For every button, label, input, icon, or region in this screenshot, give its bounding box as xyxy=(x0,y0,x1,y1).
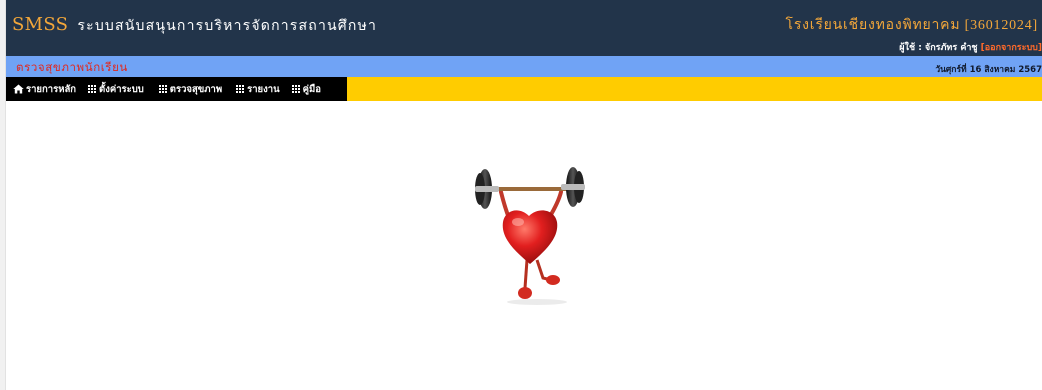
menu-item-label: รายงาน xyxy=(247,83,280,95)
menu-bar: รายการหลัก ตั้งค่าระบบ ตรวจสุขภาพ รายงาน… xyxy=(6,77,1042,101)
menu-item-label: ตั้งค่าระบบ xyxy=(99,83,144,95)
school-name: โรงเรียนเชียงทองพิทยาคม [36012024] xyxy=(785,18,1038,33)
logout-link[interactable]: [ออกจากระบบ] xyxy=(981,43,1042,53)
home-icon xyxy=(13,84,24,94)
user-name: ผู้ใช้ : จักรภัทร คำชู xyxy=(899,43,978,53)
menu-item-label: รายการหลัก xyxy=(26,83,77,95)
grid-icon xyxy=(88,84,97,94)
app-container: SMSS ระบบสนับสนุนการบริหารจัดการสถานศึกษ… xyxy=(6,0,1042,390)
grid-icon xyxy=(236,84,245,94)
menu-item-manual[interactable]: คู่มือ xyxy=(291,82,321,97)
menu-item-label: ตรวจสุขภาพ xyxy=(169,83,223,95)
grid-icon xyxy=(291,84,301,94)
main-menu: รายการหลัก ตั้งค่าระบบ ตรวจสุขภาพ รายงาน… xyxy=(6,77,347,101)
heart-lifting-barbell-icon xyxy=(471,160,589,310)
title-bar: ตรวจสุขภาพนักเรียน วันศุกร์ที่ 16 สิงหาค… xyxy=(6,56,1042,77)
menu-item-label: คู่มือ xyxy=(302,83,321,95)
brand-logo: SMSS xyxy=(12,14,69,35)
menu-item-main[interactable]: รายการหลัก xyxy=(13,82,76,97)
system-name: ระบบสนับสนุนการบริหารจัดการสถานศึกษา xyxy=(77,19,378,34)
menu-item-health-check[interactable]: ตรวจสุขภาพ xyxy=(158,82,223,97)
menu-item-settings[interactable]: ตั้งค่าระบบ xyxy=(88,82,144,97)
page-title: ตรวจสุขภาพนักเรียน xyxy=(16,60,128,74)
brand: SMSS ระบบสนับสนุนการบริหารจัดการสถานศึกษ… xyxy=(12,14,377,37)
user-info: ผู้ใช้ : จักรภัทร คำชู [ออกจากระบบ] xyxy=(899,40,1042,54)
menu-item-reports[interactable]: รายงาน xyxy=(236,82,280,97)
grid-icon xyxy=(158,84,168,94)
app-header: SMSS ระบบสนับสนุนการบริหารจัดการสถานศึกษ… xyxy=(6,0,1042,56)
current-date: วันศุกร์ที่ 16 สิงหาคม 2567 xyxy=(935,65,1042,75)
